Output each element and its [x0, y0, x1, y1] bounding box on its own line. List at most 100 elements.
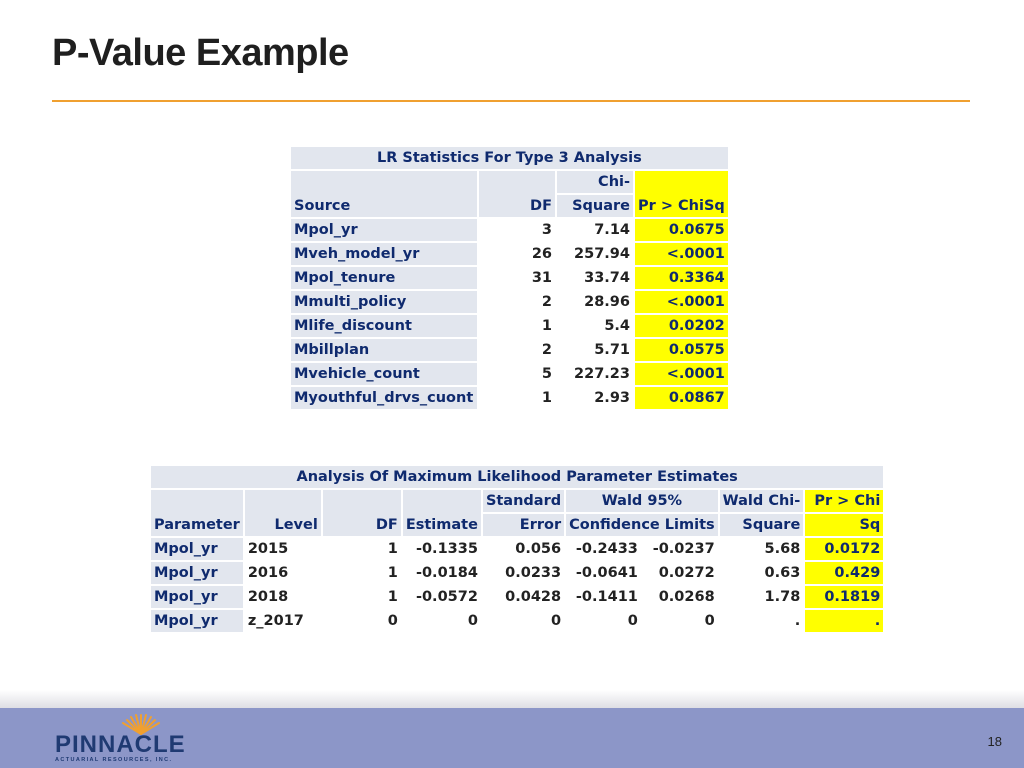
row-level: 2015	[242, 536, 323, 562]
col-header-chisq-bottom: Square	[555, 193, 635, 219]
row-parameter: Mpol_yr	[149, 584, 245, 610]
row-upper-limit: 0.0268	[640, 584, 720, 610]
row-source: Mmulti_policy	[289, 289, 479, 315]
row-df: 1	[320, 584, 403, 610]
row-parameter: Mpol_yr	[149, 608, 245, 634]
parameter-estimates-table: Analysis Of Maximum Likelihood Parameter…	[148, 464, 886, 634]
row-df: 5	[477, 361, 557, 387]
col-header-waldchi-top: Wald Chi-	[717, 488, 806, 514]
row-source: Mvehicle_count	[289, 361, 479, 387]
row-estimate: -0.0184	[400, 560, 483, 586]
row-source: Mbillplan	[289, 337, 479, 363]
row-standard-error: 0.056	[480, 536, 567, 562]
col-header-df: DF	[320, 488, 403, 538]
row-wald-chisq: .	[717, 608, 806, 634]
table-caption: LR Statistics For Type 3 Analysis	[289, 145, 730, 171]
row-source: Mlife_discount	[289, 313, 479, 339]
table-row: Mvehicle_count 5 227.23 <.0001	[289, 361, 730, 387]
row-parameter: Mpol_yr	[149, 536, 245, 562]
row-lower-limit: -0.0641	[564, 560, 643, 586]
col-header-p-top: Pr > Chi	[803, 488, 886, 514]
row-chisq: 28.96	[555, 289, 635, 315]
footer-shadow	[0, 690, 1024, 708]
table-row: Mpol_yr 2015 1 -0.1335 0.056 -0.2433 -0.0237 5.…	[149, 536, 886, 562]
row-pvalue: .	[803, 608, 886, 634]
row-pvalue: 0.0867	[633, 385, 730, 411]
row-upper-limit: -0.0237	[640, 536, 720, 562]
col-header-wald-top: Wald 95%	[564, 488, 720, 514]
row-chisq: 227.23	[555, 361, 635, 387]
row-standard-error: 0	[480, 608, 567, 634]
row-level: 2018	[242, 584, 323, 610]
company-logo: PINNACLE ACTUARIAL RESOURCES, INC.	[55, 714, 195, 764]
row-chisq: 257.94	[555, 241, 635, 267]
col-header-level: Level	[242, 488, 323, 538]
page-number: 18	[987, 734, 1002, 749]
col-header-df: DF	[477, 169, 557, 219]
table-row: Mbillplan 2 5.71 0.0575	[289, 337, 730, 363]
row-lower-limit: 0	[564, 608, 643, 634]
row-chisq: 33.74	[555, 265, 635, 291]
row-upper-limit: 0	[640, 608, 720, 634]
row-df: 26	[477, 241, 557, 267]
col-header-p-bottom: Sq	[803, 512, 886, 538]
row-pvalue: 0.429	[803, 560, 886, 586]
row-df: 1	[320, 536, 403, 562]
row-level: 2016	[242, 560, 323, 586]
row-df: 1	[477, 313, 557, 339]
slide-title: P-Value Example	[52, 32, 349, 74]
col-header-chisq-top: Chi-	[555, 169, 635, 195]
row-pvalue: 0.1819	[803, 584, 886, 610]
row-df: 0	[320, 608, 403, 634]
row-df: 1	[477, 385, 557, 411]
row-estimate: -0.0572	[400, 584, 483, 610]
row-source: Mpol_yr	[289, 217, 479, 243]
row-parameter: Mpol_yr	[149, 560, 245, 586]
row-standard-error: 0.0428	[480, 584, 567, 610]
col-header-se-bottom: Error	[480, 512, 567, 538]
row-chisq: 2.93	[555, 385, 635, 411]
table-row: Myouthful_drvs_cuont 1 2.93 0.0867	[289, 385, 730, 411]
row-standard-error: 0.0233	[480, 560, 567, 586]
row-pvalue: 0.3364	[633, 265, 730, 291]
row-wald-chisq: 1.78	[717, 584, 806, 610]
row-pvalue: 0.0675	[633, 217, 730, 243]
table-row: Mpol_yr z_2017 0 0 0 0 0..	[149, 608, 886, 634]
row-df: 2	[477, 289, 557, 315]
row-source: Mveh_model_yr	[289, 241, 479, 267]
table-row: Mlife_discount 1 5.4 0.0202	[289, 313, 730, 339]
row-estimate: -0.1335	[400, 536, 483, 562]
title-divider	[52, 100, 970, 102]
col-header-source: Source	[289, 169, 479, 219]
row-chisq: 5.71	[555, 337, 635, 363]
row-chisq: 7.14	[555, 217, 635, 243]
row-source: Myouthful_drvs_cuont	[289, 385, 479, 411]
table-row: Mmulti_policy 2 28.96 <.0001	[289, 289, 730, 315]
table-row: Mpol_yr 2016 1 -0.0184 0.0233 -0.0641 0.0272 0.…	[149, 560, 886, 586]
row-lower-limit: -0.1411	[564, 584, 643, 610]
row-chisq: 5.4	[555, 313, 635, 339]
row-estimate: 0	[400, 608, 483, 634]
row-source: Mpol_tenure	[289, 265, 479, 291]
table-row: Mpol_tenure 31 33.74 0.3364	[289, 265, 730, 291]
row-pvalue: 0.0172	[803, 536, 886, 562]
table-row: Mveh_model_yr 26 257.94 <.0001	[289, 241, 730, 267]
row-wald-chisq: 0.63	[717, 560, 806, 586]
row-df: 2	[477, 337, 557, 363]
row-df: 3	[477, 217, 557, 243]
table-row: Mpol_yr 2018 1 -0.0572 0.0428 -0.1411 0.0268 1.…	[149, 584, 886, 610]
table-caption: Analysis Of Maximum Likelihood Parameter…	[148, 464, 886, 490]
row-pvalue: <.0001	[633, 289, 730, 315]
row-pvalue: <.0001	[633, 361, 730, 387]
row-pvalue: <.0001	[633, 241, 730, 267]
row-pvalue: 0.0202	[633, 313, 730, 339]
table-row: Mpol_yr 3 7.14 0.0675	[289, 217, 730, 243]
col-header-se-top: Standard	[480, 488, 567, 514]
col-header-waldchi-bottom: Square	[717, 512, 806, 538]
col-header-wald-bottom: Confidence Limits	[564, 512, 720, 538]
col-header-estimate: Estimate	[400, 488, 483, 538]
row-df: 1	[320, 560, 403, 586]
row-df: 31	[477, 265, 557, 291]
row-wald-chisq: 5.68	[717, 536, 806, 562]
row-lower-limit: -0.2433	[564, 536, 643, 562]
